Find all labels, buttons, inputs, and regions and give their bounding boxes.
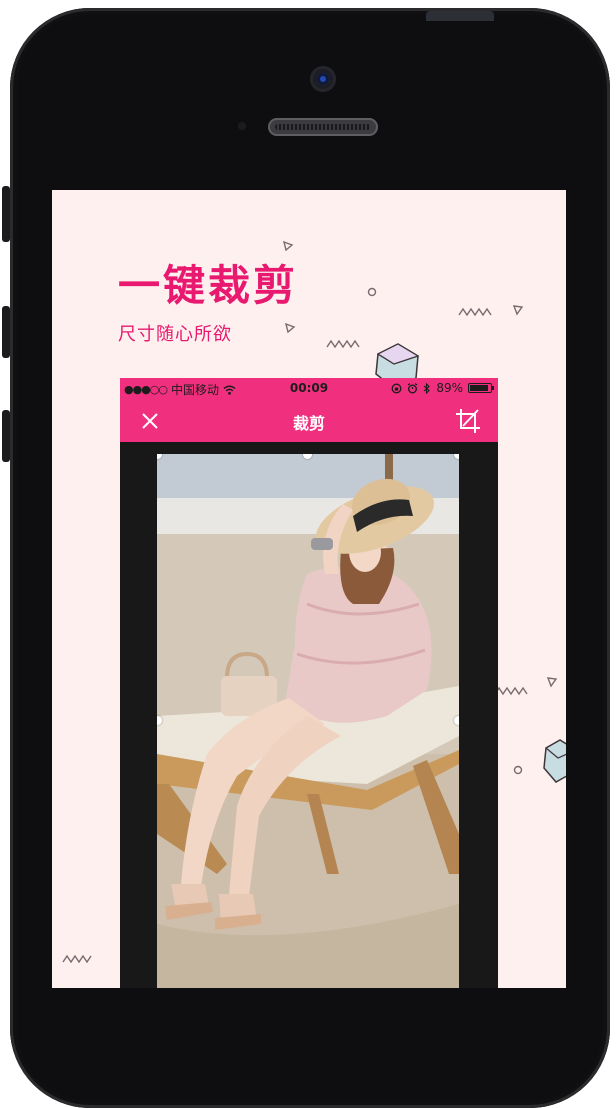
front-camera	[310, 66, 336, 92]
gem-decoration	[543, 739, 566, 783]
photo-preview[interactable]	[157, 454, 459, 988]
orientation-lock-icon	[391, 383, 402, 393]
battery-percent: 89%	[436, 381, 463, 395]
status-bar: ●●●○○ 中国移动 00:09 89%	[120, 378, 498, 400]
crop-icon[interactable]	[454, 407, 482, 435]
nav-title: 裁剪	[292, 414, 325, 433]
triangle-decoration	[546, 677, 558, 688]
circle-decoration	[367, 287, 377, 297]
earpiece-speaker	[268, 118, 378, 136]
crop-app-screen: ●●●○○ 中国移动 00:09 89% 裁剪	[120, 378, 498, 988]
triangle-decoration	[512, 305, 524, 316]
promo-headline: 一键裁剪	[118, 261, 299, 310]
zigzag-decoration	[326, 339, 360, 349]
nav-bar: 裁剪	[120, 400, 498, 442]
circle-decoration	[513, 765, 523, 775]
zigzag-decoration	[458, 307, 492, 317]
phone-screen: 一键裁剪 尺寸随心所欲 ●●●○○ 中国移动 00:09 89% 裁剪	[52, 190, 566, 988]
bluetooth-icon	[423, 382, 431, 394]
crop-handle-middle-right[interactable]	[454, 716, 459, 725]
photo-illustration	[157, 454, 459, 988]
triangle-decoration	[284, 322, 296, 334]
zigzag-decoration	[62, 954, 92, 964]
status-bar-right: 89%	[391, 381, 494, 395]
mute-switch	[2, 186, 10, 242]
volume-up-button	[2, 306, 10, 358]
volume-down-button	[2, 410, 10, 462]
promo-subline: 尺寸随心所欲	[118, 324, 232, 345]
proximity-sensor	[238, 122, 246, 130]
battery-icon	[468, 383, 494, 393]
triangle-decoration	[282, 240, 294, 252]
zigzag-decoration	[494, 686, 528, 696]
power-button	[426, 11, 494, 21]
alarm-icon	[407, 382, 418, 393]
